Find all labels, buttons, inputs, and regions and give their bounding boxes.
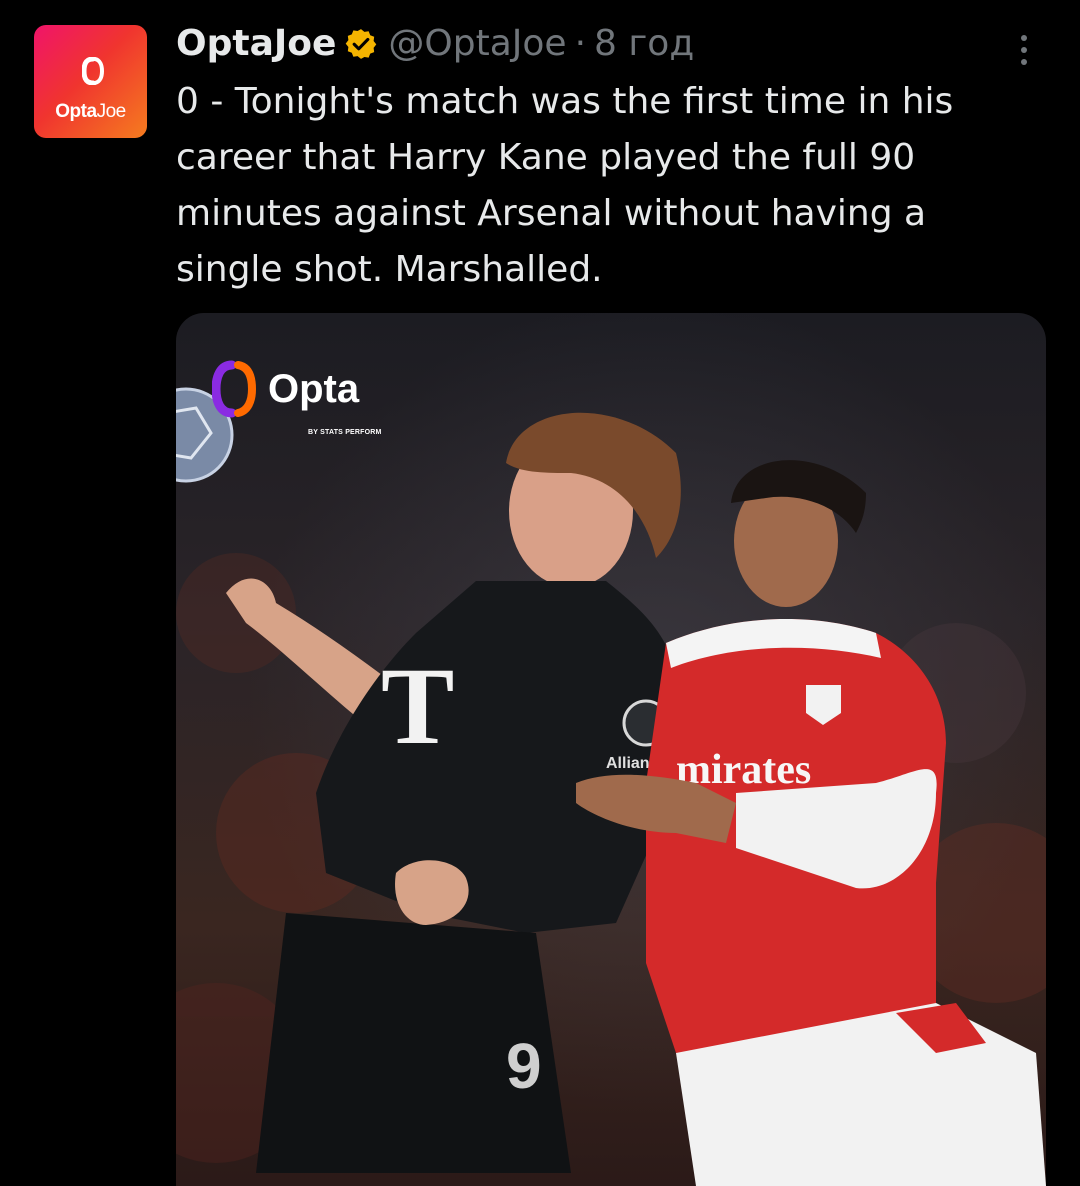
separator-dot: ·	[574, 23, 587, 64]
opta-logo-icon	[212, 360, 256, 418]
avatar-brand-bold: Opta	[55, 101, 97, 122]
display-name[interactable]: OptaJoe	[176, 20, 336, 68]
tweet-media-photo[interactable]: T Allianz 9 mirates Opta BY STATS PERFOR	[176, 313, 1046, 1186]
match-photo: T Allianz 9 mirates	[176, 387, 1046, 1186]
opta-watermark: Opta BY STATS PERFORM	[212, 357, 381, 436]
tweet-header: OptaJoe @OptaJoe · 8 год	[176, 20, 694, 68]
timestamp[interactable]: 8 год	[594, 20, 694, 68]
svg-text:9: 9	[506, 1030, 542, 1102]
handle[interactable]: @OptaJoe	[388, 20, 566, 68]
opta-mark-icon	[82, 57, 104, 85]
tweet-text: 0 - Tonight's match was the first time i…	[176, 81, 954, 290]
avatar-brand-light: Joe	[96, 101, 127, 122]
avatar[interactable]: OptaJoe	[34, 25, 147, 138]
opta-word-text: Opta	[268, 367, 360, 411]
more-options-icon[interactable]	[1012, 30, 1036, 70]
opta-subtitle: BY STATS PERFORM	[308, 429, 382, 436]
opta-word: Opta BY STATS PERFORM	[268, 367, 381, 436]
avatar-brand: OptaJoe	[34, 101, 147, 123]
svg-text:T: T	[381, 645, 454, 767]
verified-badge-icon[interactable]	[344, 27, 378, 61]
